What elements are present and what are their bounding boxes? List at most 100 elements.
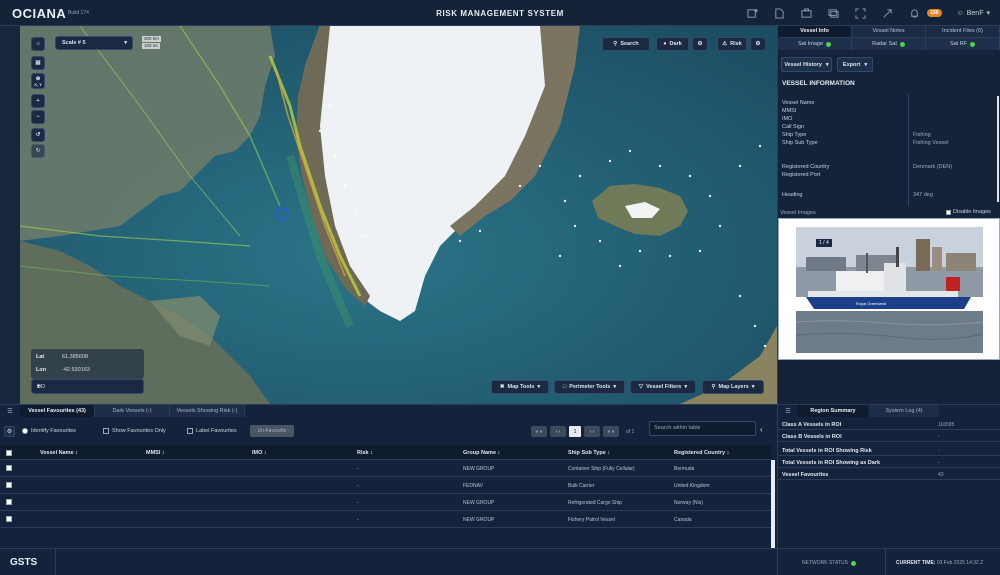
tab-region-summary[interactable]: Region Summary <box>798 405 868 417</box>
vessel-photo[interactable]: Royal Greenland 1 / 4 <box>796 227 983 353</box>
undo-button[interactable]: ↺ <box>31 128 45 142</box>
identify-favourites-toggle[interactable]: Identify Favourites <box>22 428 76 434</box>
page-count: of 1 <box>626 428 635 435</box>
column-header[interactable]: MMSI ↕ <box>146 450 165 456</box>
briefcase-icon[interactable] <box>800 7 812 19</box>
column-header[interactable]: Risk ↕ <box>357 450 373 456</box>
pagination: « « ‹ ‹ 1 › › » » of 1 <box>531 426 634 437</box>
first-page-button[interactable]: « « <box>531 426 547 437</box>
table-row[interactable]: - FEDNAV Bulk Carrier United Kingdom <box>0 477 771 494</box>
field-label: MMSI <box>782 108 797 114</box>
user-menu[interactable]: ☺ BenF ▾ <box>957 9 990 18</box>
expand-icon[interactable] <box>881 7 893 19</box>
map-tools-button[interactable]: ✖ Map Tools ▾ <box>491 380 549 394</box>
bell-icon[interactable] <box>908 7 920 19</box>
dark-button[interactable]: ● Dark <box>656 37 689 51</box>
sat-image-label: Sat Image <box>797 41 824 47</box>
show-favourites-only-checkbox[interactable] <box>103 428 109 434</box>
risk-button[interactable]: ⚠ Risk <box>717 37 747 51</box>
vessel-info-scrollbar[interactable] <box>997 96 999 202</box>
table-row[interactable]: - NEW GROUP Refrigerated Cargo Ship Norw… <box>0 494 771 511</box>
gear-icon: ⚙ <box>6 429 13 435</box>
summary-label: Total Vessels in ROI Showing as Dark <box>782 460 881 466</box>
divider <box>885 549 886 575</box>
label-favourites-toggle[interactable]: Label Favourites <box>187 428 237 434</box>
vessel-filters-button[interactable]: ▽ Vessel Filters ▾ <box>630 380 696 394</box>
cell-risk: - <box>357 483 359 489</box>
tab-vessel-favourites[interactable]: Vessel Favourites (43) <box>20 405 95 417</box>
table-header: Vessel Name ↕ MMSI ↕ IMO ↕ Risk ↕ Group … <box>0 445 771 460</box>
current-page-input[interactable]: 1 <box>569 426 581 437</box>
prev-page-button[interactable]: ‹ ‹ <box>550 426 566 437</box>
perimeter-tools-button[interactable]: □ Perimeter Tools ▾ <box>554 380 625 394</box>
column-header[interactable]: Group Name ↕ <box>463 450 500 456</box>
tab-sat-image[interactable]: Sat Image <box>778 38 852 50</box>
disable-images-toggle[interactable]: Disable Images <box>946 209 991 215</box>
summary-row: Total Vessels in ROI Showing Risk - <box>778 445 1000 456</box>
layers-button[interactable]: ▤ <box>31 56 45 70</box>
tab-system-log[interactable]: System Log (4) <box>869 405 939 417</box>
cell-country: United Kingdom <box>674 483 710 489</box>
tab-vessel-info[interactable]: Vessel Info <box>778 26 852 37</box>
column-header[interactable]: Registered Country ↕ <box>674 450 729 456</box>
zoom-in-button[interactable]: + <box>31 94 45 108</box>
cell-risk: - <box>357 500 359 506</box>
last-page-button[interactable]: » » <box>603 426 619 437</box>
tab-incident-files[interactable]: Incident Files (0) <box>926 26 1000 37</box>
vessel-history-button[interactable]: Vessel History ▾ <box>781 57 832 72</box>
label-favourites-label: Label Favourites <box>196 428 237 434</box>
scale-value: Scale # 5 <box>62 40 86 46</box>
redo-button[interactable]: ↻ <box>31 144 45 158</box>
menu-icon[interactable]: ☰ <box>0 405 20 417</box>
disable-images-checkbox[interactable] <box>946 209 951 215</box>
top-toolbar: 156 ☺ BenF ▾ <box>746 5 990 21</box>
column-header[interactable]: Ship Sub Type ↕ <box>568 450 610 456</box>
show-favourites-only-toggle[interactable]: Show Favourites Only <box>103 428 166 434</box>
row-checkbox[interactable] <box>6 499 12 505</box>
table-search-input[interactable]: Search within table <box>649 421 756 436</box>
table-scrollbar[interactable] <box>771 460 775 550</box>
divider <box>777 549 778 575</box>
left-strip <box>0 26 20 404</box>
tab-dark-vessels[interactable]: Dark Vessels (-) <box>95 405 170 417</box>
tab-radar-sat[interactable]: Radar Sat <box>852 38 926 50</box>
identify-favourites-label: Identify Favourites <box>31 428 76 434</box>
map-view[interactable]: ⌂ ▤ ⊕ X, Y + − ↺ ↻ Scale # 5 ▾ 300 km 100… <box>20 26 777 404</box>
next-page-button[interactable]: › › <box>584 426 600 437</box>
column-header[interactable]: Vessel Name ↕ <box>40 450 78 456</box>
tab-sat-rf[interactable]: Sat RF <box>926 38 1000 50</box>
label-favourites-checkbox[interactable] <box>187 428 193 434</box>
xy-button[interactable]: ⊕ X, Y <box>31 73 45 89</box>
tab-vessel-notes[interactable]: Vessel Notes <box>852 26 926 37</box>
table-settings-button[interactable]: ⚙ <box>4 426 15 437</box>
select-all-checkbox[interactable] <box>6 450 12 456</box>
row-checkbox[interactable] <box>6 465 12 471</box>
photo-counter: 1 / 4 <box>816 239 832 247</box>
scale-select[interactable]: Scale # 5 ▾ <box>55 36 133 50</box>
collapse-panel-icon[interactable]: ‹ <box>760 425 763 434</box>
table-row[interactable]: - NEW GROUP Container Ship (Fully Cellul… <box>0 460 771 477</box>
identify-favourites-radio[interactable] <box>22 428 28 434</box>
chat-icon[interactable] <box>827 7 839 19</box>
fullscreen-icon[interactable] <box>854 7 866 19</box>
lon-value: -42.530163 <box>62 367 90 373</box>
vessel-info-fields: Vessel Name MMSI IMO Call Sign Ship Type… <box>778 94 996 206</box>
home-icon: ⌂ <box>36 41 40 47</box>
row-checkbox[interactable] <box>6 482 12 488</box>
coordinate-format-select[interactable]: DD ▾ <box>31 379 144 394</box>
unfavourite-button[interactable]: Un-Favourite <box>250 425 294 437</box>
tab-vessels-showing-risk[interactable]: Vessels Showing Risk (-) <box>170 405 245 417</box>
menu-icon[interactable]: ☰ <box>778 405 798 417</box>
window-add-icon[interactable] <box>746 7 758 19</box>
risk-settings-button[interactable]: ⚙ <box>750 37 766 51</box>
search-button[interactable]: ⚲ Search <box>602 37 650 51</box>
dark-settings-button[interactable]: ⚙ <box>692 37 708 51</box>
table-row[interactable]: - NEW GROUP Fishery Patrol Vessel Canada <box>0 511 771 528</box>
map-layers-button[interactable]: ⚲ Map Layers ▾ <box>702 380 764 394</box>
home-button[interactable]: ⌂ <box>31 37 45 51</box>
zoom-out-button[interactable]: − <box>31 110 45 124</box>
file-add-icon[interactable] <box>773 7 785 19</box>
row-checkbox[interactable] <box>6 516 12 522</box>
column-header[interactable]: IMO ↕ <box>252 450 267 456</box>
export-button[interactable]: Export ▾ <box>837 57 873 72</box>
